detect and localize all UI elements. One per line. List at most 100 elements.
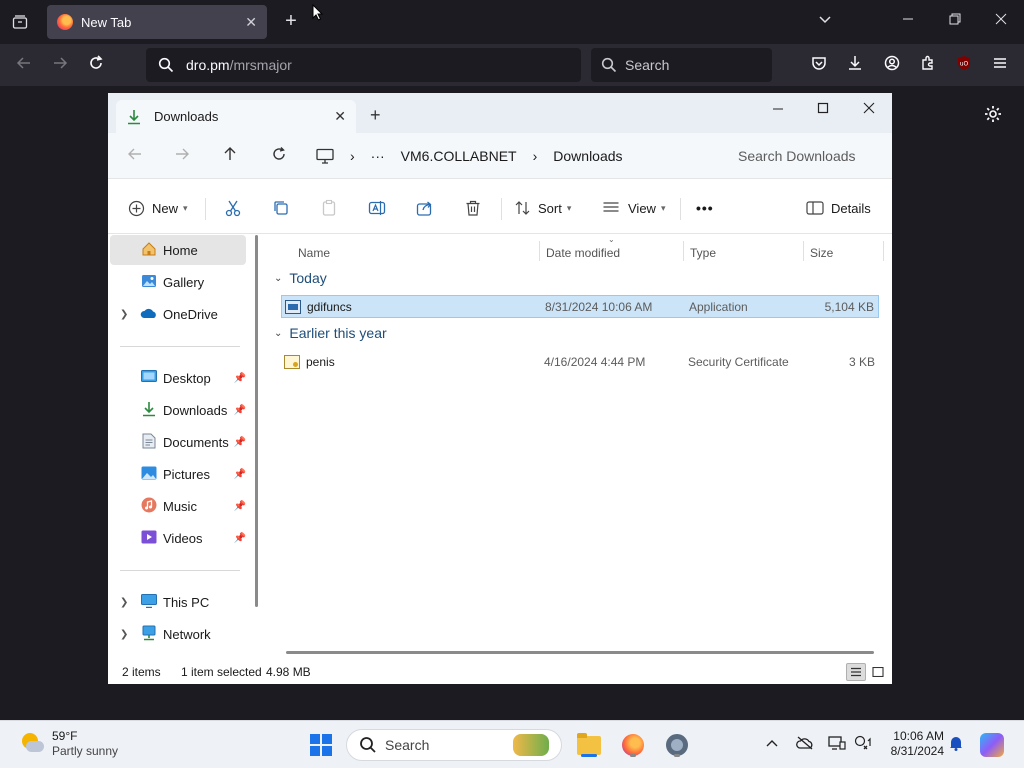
page-settings-button[interactable] — [983, 105, 1003, 125]
pin-icon: 📌 — [233, 500, 246, 512]
explorer-search-input[interactable]: Search Downloads — [723, 137, 888, 175]
puzzle-icon — [922, 55, 933, 70]
minimize-window-button[interactable] — [898, 10, 918, 30]
downloads-button[interactable] — [844, 55, 866, 75]
column-divider[interactable] — [683, 241, 684, 261]
close-tab-icon[interactable]: ✕ — [334, 108, 346, 125]
column-header-size[interactable]: Size — [810, 241, 833, 265]
gear-icon — [985, 106, 1001, 122]
sidebar-item-network[interactable]: ❯ Network — [110, 619, 246, 649]
sidebar-item-documents[interactable]: Documents 📌 — [110, 427, 246, 457]
file-row-gdifuncs[interactable]: gdifuncs 8/31/2024 10:06 AM Application … — [281, 295, 879, 318]
column-header-date-modified[interactable]: Date modified — [546, 241, 620, 265]
reload-button[interactable] — [85, 55, 107, 75]
rename-button[interactable] — [368, 197, 386, 219]
cut-button[interactable] — [224, 197, 242, 219]
ublock-icon: uO — [958, 56, 970, 70]
close-tab-icon[interactable]: ✕ — [245, 14, 257, 31]
sidebar-item-gallery[interactable]: Gallery — [110, 267, 246, 297]
column-header-name[interactable]: Name — [298, 241, 330, 265]
sidebar-scrollbar[interactable] — [255, 235, 258, 607]
sidebar-item-pictures[interactable]: Pictures 📌 — [110, 459, 246, 489]
more-options-button[interactable]: ••• — [696, 197, 714, 219]
share-button[interactable] — [416, 197, 434, 219]
taskbar-firefox[interactable] — [619, 731, 647, 759]
pocket-button[interactable] — [808, 55, 830, 75]
explorer-title-bar: Downloads ✕ + — [108, 93, 892, 133]
column-header-type[interactable]: Type — [690, 241, 716, 265]
show-hidden-icons-button[interactable] — [762, 735, 782, 755]
sort-button[interactable]: Sort ▾ — [514, 197, 571, 219]
display-tray-button[interactable] — [827, 735, 847, 755]
group-label: Today — [289, 270, 327, 286]
forward-button[interactable] — [49, 55, 71, 75]
details-view-button[interactable] — [846, 663, 866, 681]
taskbar-clock[interactable]: 10:06 AM 8/31/2024 — [882, 729, 944, 759]
chevron-right-icon[interactable]: ❯ — [120, 597, 128, 608]
view-button[interactable]: View ▾ — [602, 197, 665, 219]
new-button[interactable]: New ▾ — [128, 197, 188, 219]
close-window-button[interactable] — [991, 10, 1011, 30]
taskbar-search-box[interactable]: Search — [346, 729, 562, 761]
sidebar-item-videos[interactable]: Videos 📌 — [110, 523, 246, 553]
column-divider[interactable] — [539, 241, 540, 261]
group-header-earlier-this-year[interactable]: ⌄ Earlier this year — [274, 325, 387, 341]
sidebar-item-this-pc[interactable]: ❯ This PC — [110, 587, 246, 617]
pin-icon: 📌 — [233, 436, 246, 448]
chevron-right-icon[interactable]: ❯ — [120, 309, 128, 320]
explorer-refresh-button[interactable] — [269, 146, 289, 166]
explorer-up-button[interactable] — [220, 146, 240, 166]
delete-button[interactable] — [464, 197, 482, 219]
explorer-minimize-button[interactable] — [768, 99, 788, 119]
file-row-penis[interactable]: penis 4/16/2024 4:44 PM Security Certifi… — [281, 350, 879, 373]
sidebar-item-music[interactable]: Music 📌 — [110, 491, 246, 521]
weather-temperature: 59°F — [52, 729, 78, 743]
copilot-icon[interactable] — [980, 733, 1004, 757]
weather-widget[interactable]: 59°F Partly sunny — [18, 729, 118, 759]
sidebar-item-downloads[interactable]: Downloads 📌 — [110, 395, 246, 425]
explorer-tab-downloads[interactable]: Downloads ✕ — [116, 100, 356, 133]
group-header-today[interactable]: ⌄ Today — [274, 270, 327, 286]
new-tab-button[interactable]: + — [280, 10, 302, 34]
paste-button[interactable] — [320, 197, 338, 219]
taskbar-settings[interactable] — [663, 731, 691, 759]
restore-window-button[interactable] — [945, 10, 965, 30]
monitor-icon[interactable] — [316, 148, 334, 164]
network-sound-tray-button[interactable] — [853, 735, 873, 755]
extensions-button[interactable] — [917, 55, 939, 75]
sidebar-item-onedrive[interactable]: ❯ OneDrive — [110, 299, 246, 329]
taskbar-file-explorer[interactable] — [575, 731, 603, 759]
list-all-tabs-button[interactable] — [8, 10, 32, 34]
url-bar[interactable]: dro.pm/mrsmajor — [146, 48, 581, 82]
start-button[interactable] — [307, 731, 335, 759]
sidebar-item-home[interactable]: Home — [110, 235, 246, 265]
breadcrumb-separator-icon[interactable]: › — [533, 148, 538, 164]
app-menu-button[interactable] — [989, 55, 1011, 75]
column-divider[interactable] — [883, 241, 884, 261]
breadcrumb-downloads[interactable]: Downloads — [553, 148, 622, 164]
browser-tab[interactable]: New Tab ✕ — [47, 5, 267, 39]
breadcrumb-overflow-icon[interactable]: ··· — [371, 148, 385, 164]
sidebar-item-desktop[interactable]: Desktop 📌 — [110, 363, 246, 393]
explorer-maximize-button[interactable] — [813, 99, 833, 119]
explorer-back-button[interactable] — [125, 146, 145, 166]
ublock-button[interactable]: uO — [953, 55, 975, 75]
breadcrumb-separator-icon[interactable]: › — [350, 148, 355, 164]
explorer-close-button[interactable] — [859, 99, 879, 119]
horizontal-scrollbar[interactable] — [286, 651, 874, 654]
account-button[interactable] — [881, 55, 903, 75]
explorer-forward-button[interactable] — [172, 146, 192, 166]
column-divider[interactable] — [803, 241, 804, 261]
sidebar-item-label: OneDrive — [163, 306, 218, 322]
browser-search-bar[interactable]: Search — [591, 48, 772, 82]
chevron-down-icon[interactable] — [818, 12, 834, 28]
notifications-bell-icon[interactable] — [949, 735, 963, 755]
breadcrumb-vm6-collabnet[interactable]: VM6.COLLABNET — [401, 148, 517, 164]
explorer-new-tab-button[interactable]: + — [370, 105, 381, 126]
tiles-view-button[interactable] — [868, 663, 888, 681]
onedrive-tray-button[interactable] — [795, 735, 815, 755]
back-button[interactable] — [13, 55, 35, 75]
details-pane-button[interactable]: Details — [806, 197, 871, 219]
chevron-right-icon[interactable]: ❯ — [120, 629, 128, 640]
copy-button[interactable] — [272, 197, 290, 219]
